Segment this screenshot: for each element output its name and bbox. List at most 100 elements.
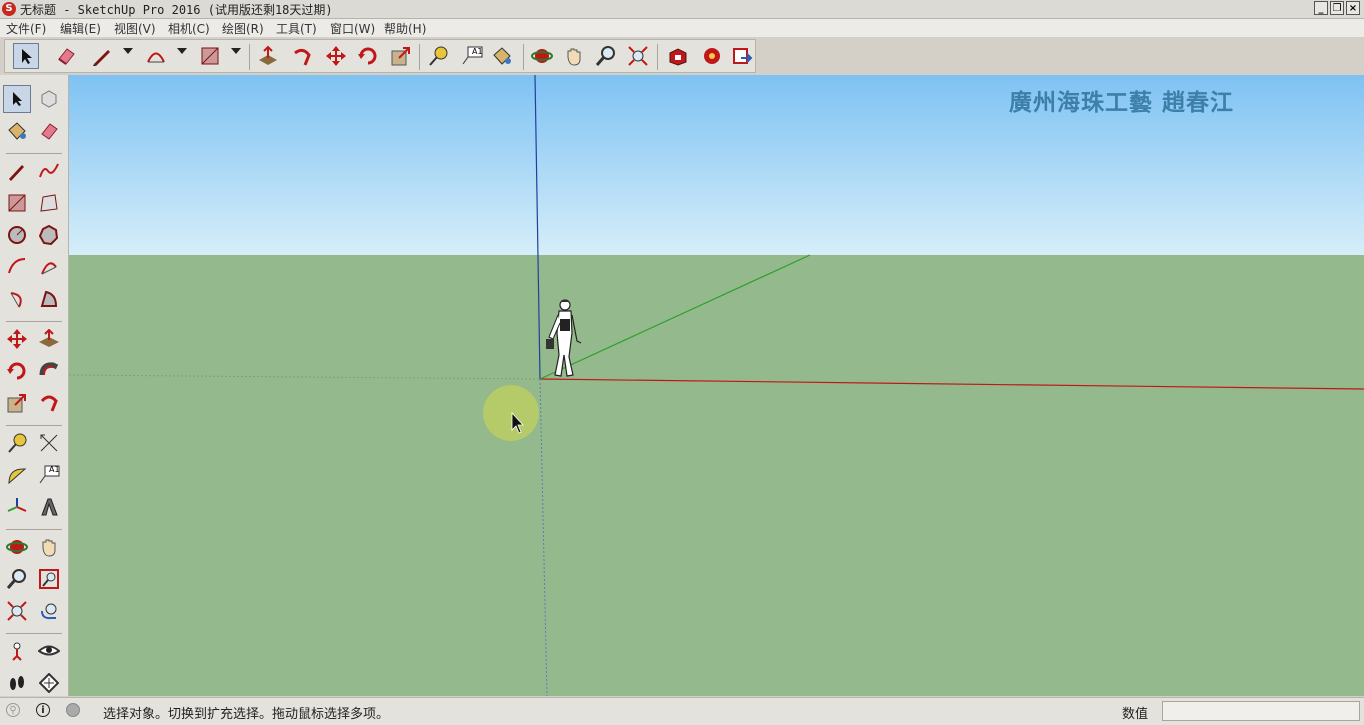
orbit-tool-button[interactable] [3,533,31,561]
pie-tool-button[interactable] [35,285,63,313]
rectangle-icon [8,194,26,212]
send-to-layout-button[interactable] [729,43,755,69]
arc-dropdown-arrow[interactable] [177,48,187,54]
paint-bucket-tool-button[interactable] [489,43,515,69]
eraser-icon [41,123,58,140]
pencil-dropdown-arrow[interactable] [123,48,133,54]
info-icon[interactable]: i [36,703,50,717]
zoom-window-tool-button[interactable] [35,565,63,593]
section-plane-tool-button[interactable] [35,669,63,697]
protractor-icon [8,468,27,485]
menu-help[interactable]: 帮助(H) [384,20,426,37]
3d-text-tool-button[interactable] [35,493,63,521]
tape-measure-tool-button[interactable] [3,429,31,457]
modeling-viewport[interactable]: 廣州海珠工藝 趙春江 [69,75,1364,696]
pan-icon [567,48,581,66]
close-button[interactable]: × [1346,1,1360,15]
pie-icon [40,290,58,307]
line-tool-button[interactable] [3,157,31,185]
arc-tool-button[interactable] [3,253,31,281]
two-point-arc-tool-button[interactable] [35,253,63,281]
make-component-button[interactable] [35,85,63,113]
previous-view-button[interactable] [35,597,63,625]
rotated-rectangle-tool-button[interactable] [35,189,63,217]
eraser-tool-button[interactable] [35,117,63,145]
push-pull-tool-button[interactable] [35,325,63,353]
arc-icon [147,52,165,63]
follow-me-tool-button[interactable] [35,357,63,385]
measurements-input[interactable] [1162,701,1360,721]
look-around-tool-button[interactable] [35,637,63,665]
zoom-extents-tool-button[interactable] [625,43,651,69]
component-icon [41,90,57,108]
orbit-tool-button[interactable] [529,43,555,69]
select-icon [13,92,22,106]
rotate-tool-button[interactable] [355,43,381,69]
toolbar-separator [6,153,62,154]
menu-camera[interactable]: 相机(C) [168,20,210,37]
orbit-icon [6,540,28,554]
three-point-arc-icon [10,292,22,308]
3d-warehouse-button[interactable] [665,43,691,69]
move-tool-button[interactable] [3,325,31,353]
status-bar: ⚲ i 选择对象。切换到扩充选择。拖动鼠标选择多项。 数值 [0,697,1364,725]
zoom-tool-button[interactable] [3,565,31,593]
select-tool-button[interactable] [13,43,39,69]
rectangle-dropdown-arrow[interactable] [231,48,241,54]
scale-tool-button[interactable] [388,43,414,69]
pan-tool-button[interactable] [35,533,63,561]
restore-button[interactable]: ❐ [1330,1,1344,15]
menu-view[interactable]: 视图(V) [114,20,156,37]
tape-measure-tool-button[interactable] [425,43,451,69]
pencil-tool-button[interactable] [89,43,115,69]
push-pull-tool-button[interactable] [255,43,281,69]
offset-tool-button[interactable] [35,389,63,417]
circle-tool-button[interactable] [3,221,31,249]
menu-edit[interactable]: 编辑(E) [60,20,101,37]
red-axis-negative [69,374,541,380]
pan-tool-button[interactable] [561,43,587,69]
protractor-tool-button[interactable] [3,461,31,489]
toolbar-separator [523,44,524,70]
side-toolbar: A1 [0,75,69,696]
rectangle-tool-button[interactable] [197,43,223,69]
previous-view-icon [41,603,57,620]
toolbar-separator [249,44,250,70]
geo-location-icon[interactable]: ⚲ [6,703,20,717]
scale-tool-button[interactable] [3,389,31,417]
axes-tool-button[interactable] [3,493,31,521]
paint-bucket-tool-button[interactable] [3,117,31,145]
dimension-tool-button[interactable] [35,429,63,457]
rotate-tool-button[interactable] [3,357,31,385]
user-account-icon[interactable] [66,703,80,717]
push-pull-icon [39,329,59,347]
tape-measure-icon [8,433,27,453]
rectangle-tool-button[interactable] [3,189,31,217]
follow-me-icon [294,48,311,66]
layout-icon [733,48,753,64]
move-tool-button[interactable] [323,43,349,69]
position-camera-tool-button[interactable] [3,637,31,665]
minimize-button[interactable]: _ [1314,1,1328,15]
text-tool-button[interactable]: A1 [35,461,63,489]
rotated-rectangle-icon [40,194,58,212]
polygon-tool-button[interactable] [35,221,63,249]
menu-file[interactable]: 文件(F) [6,20,46,37]
follow-me-tool-button[interactable] [289,43,315,69]
measurements-label: 数值 [1122,707,1149,722]
arc-icon [8,258,26,274]
menu-draw[interactable]: 绘图(R) [222,20,264,37]
eraser-tool-button[interactable] [53,43,79,69]
arc-tool-button[interactable] [143,43,169,69]
walk-tool-button[interactable] [3,669,31,697]
offset-icon [40,395,58,412]
select-tool-button[interactable] [3,85,31,113]
zoom-tool-button[interactable] [593,43,619,69]
freehand-tool-button[interactable] [35,157,63,185]
three-point-arc-tool-button[interactable] [3,285,31,313]
extension-warehouse-button[interactable] [699,43,725,69]
menu-window[interactable]: 窗口(W) [330,20,375,37]
menu-tools[interactable]: 工具(T) [276,20,317,37]
text-tool-button[interactable]: A1 [459,43,485,69]
zoom-extents-tool-button[interactable] [3,597,31,625]
